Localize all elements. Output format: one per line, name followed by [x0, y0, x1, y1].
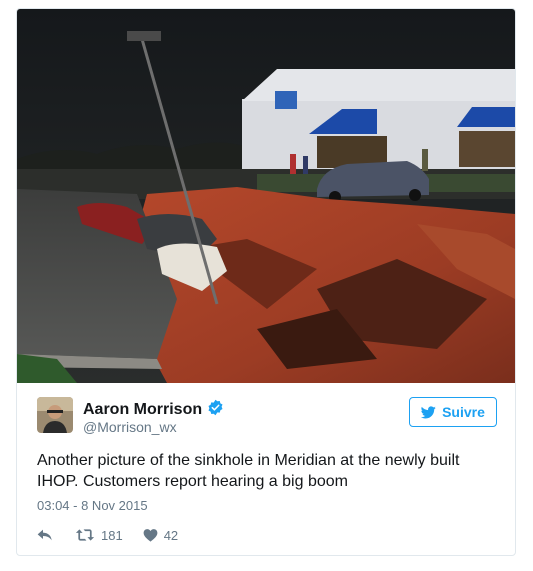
author-handle[interactable]: @Morrison_wx — [83, 419, 177, 435]
author-name[interactable]: Aaron Morrison — [83, 401, 202, 418]
retweet-count: 181 — [101, 527, 123, 543]
follow-button[interactable]: Suivre — [409, 397, 497, 427]
like-count: 42 — [163, 527, 179, 543]
tweet-photo[interactable] — [17, 9, 515, 383]
retweet-button[interactable]: 181 — [75, 528, 123, 543]
tweet-text: Another picture of the sinkhole in Merid… — [37, 452, 460, 490]
author-name-row: Aaron Morrison — [83, 399, 224, 419]
twitter-bird-icon — [421, 405, 436, 418]
retweet-icon — [75, 529, 95, 541]
heart-icon — [143, 529, 158, 542]
tweet-header: Aaron Morrison @Morrison_wx Suivre — [37, 397, 497, 437]
tweet-card: Aaron Morrison @Morrison_wx Suivre Anoth… — [16, 8, 516, 556]
like-button[interactable]: 42 — [143, 528, 178, 543]
tweet-actions: 181 42 — [37, 525, 178, 545]
reply-button[interactable] — [37, 528, 53, 542]
reply-arrow-icon — [37, 529, 52, 541]
verified-badge-icon — [208, 399, 223, 416]
follow-label: Suivre — [442, 404, 485, 420]
author-avatar[interactable] — [37, 397, 73, 433]
tweet-timestamp[interactable]: 03:04 - 8 Nov 2015 — [37, 498, 148, 513]
